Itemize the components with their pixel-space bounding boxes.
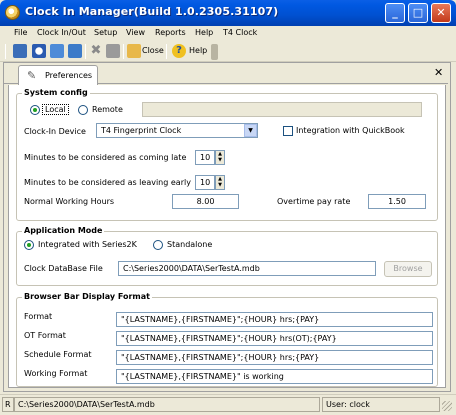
coming-late-stepper[interactable]: ▲ ▼ [215,150,225,165]
working-format-input[interactable]: "{LASTNAME},{FIRSTNAME}" is working [116,369,433,384]
integrated-radio[interactable] [24,240,34,250]
toolbar-grip [5,44,6,59]
overtime-rate-input[interactable]: 1.50 [368,194,426,209]
menu-file[interactable]: File [14,27,27,39]
browse-button[interactable]: Browse [384,261,432,277]
help-icon: ? [172,44,186,58]
ot-format-input[interactable]: "{LASTNAME},{FIRSTNAME}";{HOUR} hrs(OT);… [116,331,433,346]
schedule-format-label: Schedule Format [24,350,92,359]
delete-icon[interactable]: ✖ [89,44,103,58]
standalone-radio[interactable] [153,240,163,250]
window-title: Clock In Manager(Build 1.0.2305.31107) [25,5,279,18]
integrated-label[interactable]: Integrated with Series2K [38,240,137,249]
clock-in-device-value: T4 Fingerprint Clock [101,126,182,135]
toolbar-overflow-button[interactable] [211,44,218,60]
leaving-early-input[interactable]: 10 [195,175,215,190]
db-file-input[interactable]: C:\Series2000\DATA\SerTestA.mdb [118,261,376,276]
local-radio[interactable] [30,105,40,115]
chevron-down-icon[interactable]: ▼ [244,124,257,137]
remote-label[interactable]: Remote [92,105,123,114]
close-tab-icon[interactable]: ✕ [434,66,443,79]
toolbar-separator [85,44,86,59]
leaving-early-label: Minutes to be considered as leaving earl… [24,178,191,187]
application-mode-title: Application Mode [22,226,105,235]
clock-in-device-label: Clock-In Device [24,127,86,136]
overtime-rate-label: Overtime pay rate [277,197,351,206]
tools-icon: ✎ [27,69,37,82]
app-icon [5,5,20,20]
system-config-title: System config [22,88,90,97]
clock-icon[interactable] [32,44,46,58]
help-button-label[interactable]: Help [189,46,207,55]
toolbar: ✖ Close ? Help [0,41,456,62]
quickbook-checkbox[interactable] [283,126,293,136]
format-label: Format [24,312,53,321]
menu-t4-clock[interactable]: T4 Clock [223,27,257,39]
format-input[interactable]: "{LASTNAME},{FIRSTNAME}";{HOUR} hrs;{PAY… [116,312,433,327]
menu-reports[interactable]: Reports [155,27,186,39]
maximize-button[interactable]: □ [408,3,428,23]
working-format-label: Working Format [24,369,88,378]
toolbar-separator [166,44,167,59]
remote-radio[interactable] [78,105,88,115]
menu-view[interactable]: View [126,27,145,39]
menu-setup[interactable]: Setup [94,27,117,39]
remote-server-input[interactable] [142,102,422,117]
tab-preferences[interactable]: ✎ Preferences [18,65,98,85]
coming-late-label: Minutes to be considered as coming late [24,153,187,162]
leaving-early-stepper[interactable]: ▲ ▼ [215,175,225,190]
title-bar[interactable]: Clock In Manager(Build 1.0.2305.31107) _… [0,0,456,26]
menu-clock-in-out[interactable]: Clock In/Out [37,27,86,39]
close-window-button[interactable]: ✕ [431,3,451,23]
report-icon[interactable] [68,44,82,58]
minimize-button[interactable]: _ [385,3,405,23]
local-label[interactable]: Local [42,104,69,115]
coming-late-input[interactable]: 10 [195,150,215,165]
browser-bar-title: Browser Bar Display Format [22,292,152,301]
tab-label: Preferences [45,71,93,80]
quickbook-label[interactable]: Integration with QuickBook [296,126,405,135]
close-button-label[interactable]: Close [142,46,164,55]
clock-in-device-select[interactable]: T4 Fingerprint Clock [96,123,258,138]
status-db-path: C:\Series2000\DATA\SerTestA.mdb [14,397,320,412]
normal-hours-input[interactable]: 8.00 [172,194,239,209]
normal-hours-label: Normal Working Hours [24,197,115,206]
status-indicator: R [2,397,14,412]
employees-icon[interactable] [13,44,27,58]
standalone-label[interactable]: Standalone [167,240,212,249]
resize-grip-icon[interactable] [442,401,452,411]
menu-bar: File Clock In/Out Setup View Reports Hel… [0,26,456,41]
close-folder-icon [127,44,141,58]
toolbar-separator [123,44,124,59]
schedule-icon[interactable] [50,44,64,58]
ot-format-label: OT Format [24,331,66,340]
schedule-format-input[interactable]: "{LASTNAME},{FIRSTNAME}";{HOUR} hrs;{PAY… [116,350,433,365]
print-icon[interactable] [106,44,120,58]
status-bar: R C:\Series2000\DATA\SerTestA.mdb User: … [0,394,456,415]
status-user: User: clock [322,397,440,412]
db-file-label: Clock DataBase File [24,264,103,273]
menu-help[interactable]: Help [195,27,213,39]
